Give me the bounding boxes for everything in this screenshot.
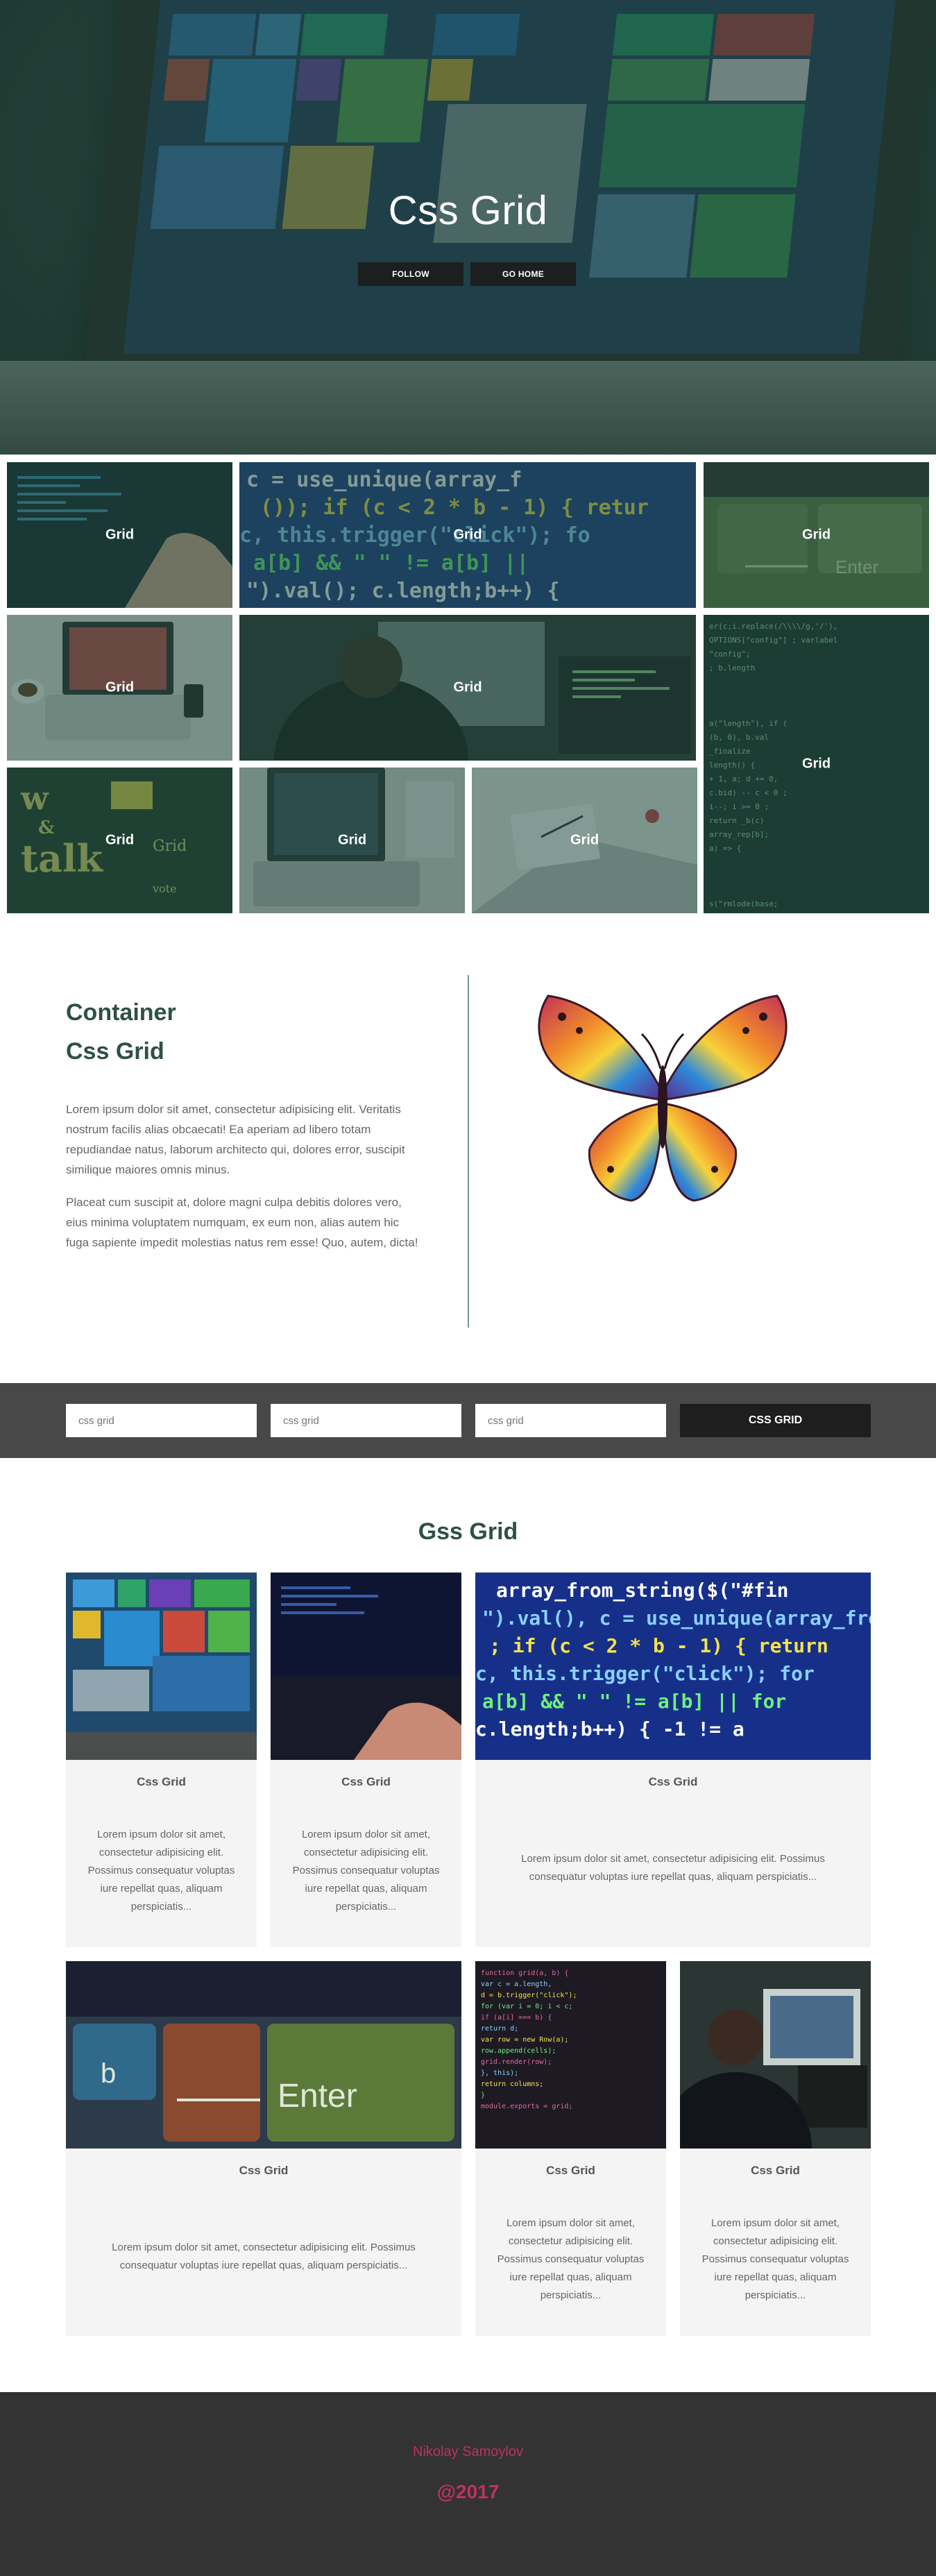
svg-text:var c = a.length,: var c = a.length, — [481, 1981, 552, 1988]
gallery-item-label: Grid — [453, 527, 482, 543]
svg-text:row.append(cells);: row.append(cells); — [481, 2047, 556, 2055]
page: Css Grid FOLLOW GO HOME Grid c = use_uni… — [0, 0, 936, 2576]
footer: Nikolay Samoylov @2017 — [0, 2392, 936, 2576]
hands-keyboard-image — [271, 1573, 461, 1760]
svg-text:grid.render(row);: grid.render(row); — [481, 2058, 552, 2066]
card[interactable]: b Enter Css Grid Lorem ipsum dolor sit a… — [66, 1961, 461, 2336]
form-input-1[interactable] — [66, 1404, 257, 1437]
card[interactable]: function grid(a, b) { var c = a.length, … — [475, 1961, 666, 2336]
svg-text:return columns;: return columns; — [481, 2081, 543, 2088]
card-text: Lorem ipsum dolor sit amet, consectetur … — [112, 2242, 416, 2271]
card-text: Lorem ipsum dolor sit amet, consectetur … — [521, 1853, 825, 1883]
form-input-2[interactable] — [271, 1404, 461, 1437]
svg-text:if (a[i] === b) {: if (a[i] === b) { — [481, 2014, 552, 2022]
gallery-item[interactable]: Grid — [7, 615, 232, 761]
svg-text:c.length;b++) { -1 != a: c.length;b++) { -1 != a — [475, 1718, 744, 1740]
butterfly-image — [538, 994, 788, 1202]
svg-text:}, this);: }, this); — [481, 2069, 518, 2077]
card-title: Css Grid — [341, 1775, 391, 1788]
svg-text:a[b] && " " != a[b] || for: a[b] && " " != a[b] || for — [482, 1690, 786, 1713]
vertical-divider — [468, 975, 469, 1328]
hero-title: Css Grid — [388, 188, 548, 233]
svg-text:for (var i = 0; i < c;: for (var i = 0; i < c; — [481, 2003, 572, 2010]
gallery-item-label: Grid — [105, 527, 135, 543]
svg-text:Enter: Enter — [278, 2078, 357, 2115]
svg-text:b: b — [101, 2058, 116, 2089]
card[interactable]: Css Grid Lorem ipsum dolor sit amet, con… — [680, 1961, 871, 2336]
code-screen-blue-image: array_from_string($("#fin ").val(), c = … — [475, 1573, 871, 1760]
svg-text:var row = new Row(a);: var row = new Row(a); — [481, 2036, 568, 2044]
man-at-monitors-image — [680, 1961, 871, 2149]
card-text: Lorem ipsum dolor sit amet, consectetur … — [87, 1829, 235, 1913]
code-dark-image: function grid(a, b) { var c = a.length, … — [475, 1961, 666, 2149]
svg-text:d = b.trigger("click");: d = b.trigger("click"); — [481, 1992, 577, 1999]
card-title: Css Grid — [751, 2164, 800, 2177]
footer-author-name: Nikolay Samoylov — [413, 2444, 523, 2459]
gallery-item-label: Grid — [453, 679, 482, 695]
gallery-item[interactable]: Enter Grid — [704, 462, 929, 608]
card-text: Lorem ipsum dolor sit amet, consectetur … — [292, 1829, 440, 1913]
follow-button[interactable]: FOLLOW — [358, 262, 463, 286]
gallery-item-label: Grid — [105, 679, 135, 695]
gallery-item-label: Grid — [801, 527, 831, 543]
svg-text:").val(), c = use_unique(array: ").val(), c = use_unique(array_from — [482, 1607, 871, 1629]
svg-text:}: } — [481, 2092, 485, 2099]
form-bar: CSS GRID — [0, 1383, 936, 1458]
svg-text:function grid(a, b) {: function grid(a, b) { — [481, 1969, 568, 1977]
keyboard-enter-image: b Enter — [66, 1961, 461, 2149]
gallery-item-label: Grid — [105, 832, 135, 848]
form-input-3[interactable] — [475, 1404, 666, 1437]
gallery-item[interactable]: Grid — [472, 768, 697, 913]
gallery-item[interactable]: Grid — [7, 462, 232, 608]
gallery-item[interactable]: er(c;i.replace(/\\\\/g,'/'), OPTIONS["co… — [704, 615, 929, 913]
css-grid-submit-button[interactable]: CSS GRID — [680, 1404, 871, 1437]
cards-section-title: Gss Grid — [418, 1518, 518, 1545]
card[interactable]: Css Grid Lorem ipsum dolor sit amet, con… — [271, 1573, 461, 1947]
card[interactable]: array_from_string($("#fin ").val(), c = … — [475, 1573, 871, 1947]
svg-text:; if (c < 2 * b - 1) { return: ; if (c < 2 * b - 1) { return — [489, 1634, 828, 1657]
card[interactable]: Css Grid Lorem ipsum dolor sit amet, con… — [66, 1573, 257, 1947]
gallery-item-label: Grid — [801, 756, 831, 772]
svg-text:array_from_string($("#fin: array_from_string($("#fin — [496, 1579, 788, 1602]
svg-text:c, this.trigger("click"); for: c, this.trigger("click"); for — [475, 1662, 815, 1685]
gallery-item-label: Grid — [337, 832, 367, 848]
gallery-item-label: Grid — [570, 832, 599, 848]
container-title: Container — [66, 999, 176, 1026]
go-home-button[interactable]: GO HOME — [470, 262, 576, 286]
card-title: Css Grid — [546, 2164, 595, 2177]
container-paragraph-2: Placeat cum suscipit at, dolore magni cu… — [66, 1196, 418, 1249]
svg-text:module.exports = grid;: module.exports = grid; — [481, 2103, 572, 2110]
container-subtitle: Css Grid — [66, 1038, 164, 1065]
card-text: Lorem ipsum dolor sit amet, consectetur … — [701, 2217, 849, 2301]
gallery-item[interactable]: Grid — [239, 615, 696, 761]
laptop-tiles-image — [66, 1573, 257, 1760]
hero-section: Css Grid FOLLOW GO HOME — [0, 0, 936, 455]
card-text: Lorem ipsum dolor sit amet, consectetur … — [497, 2217, 645, 2301]
container-paragraph-1: Lorem ipsum dolor sit amet, consectetur … — [66, 1103, 405, 1176]
card-title: Css Grid — [239, 2164, 289, 2177]
svg-text:return d;: return d; — [481, 2025, 518, 2033]
gallery-item[interactable]: Grid — [239, 768, 465, 913]
footer-year: @2017 — [436, 2481, 500, 2502]
gallery-item[interactable]: c = use_unique(array_f ()); if (c < 2 * … — [239, 462, 696, 608]
card-title: Css Grid — [648, 1775, 698, 1788]
gallery-item[interactable]: w & talk Grid vote Grid — [7, 768, 232, 913]
card-title: Css Grid — [137, 1775, 186, 1788]
